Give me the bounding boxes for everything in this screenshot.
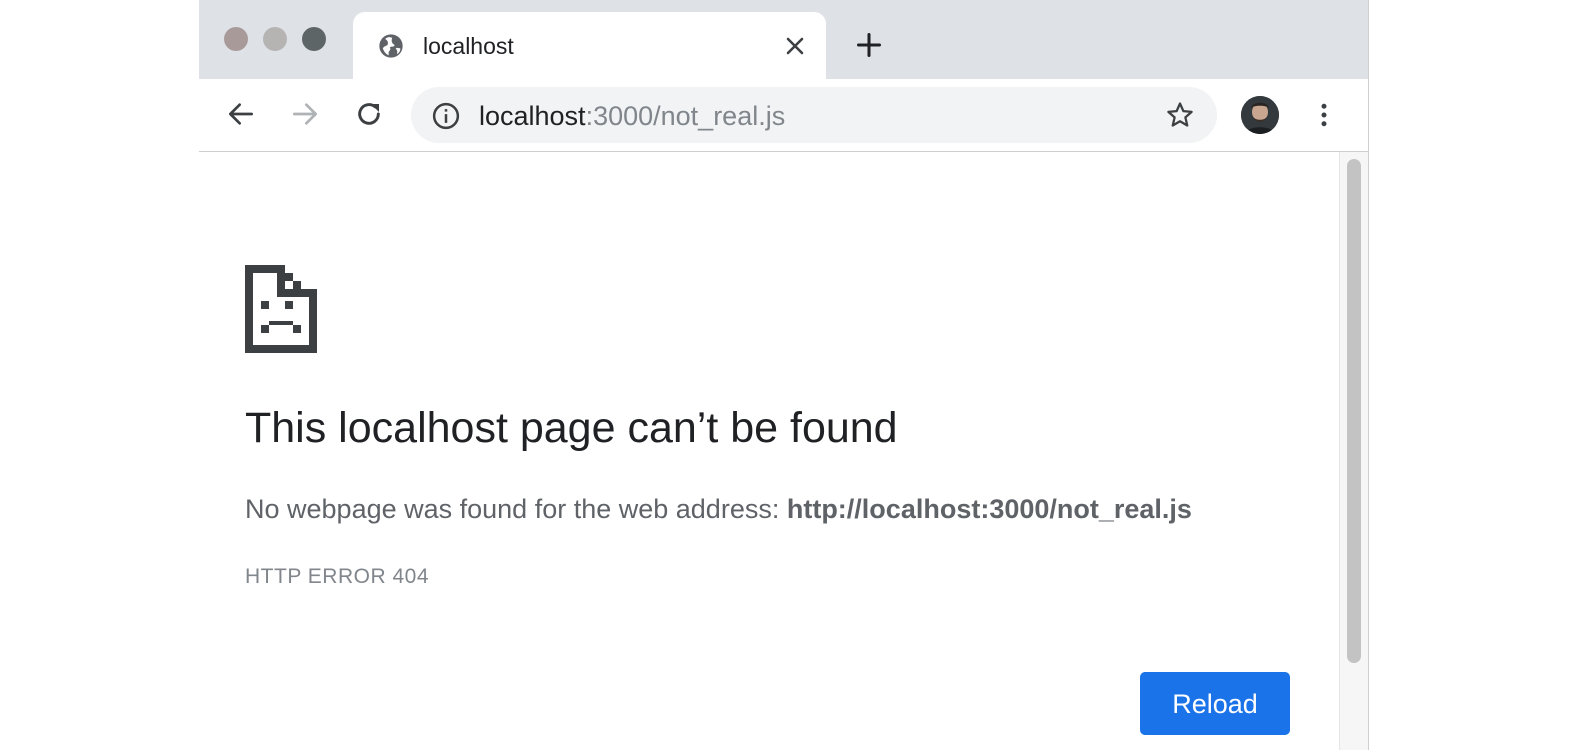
scrollbar[interactable]	[1339, 152, 1368, 750]
scrollbar-thumb[interactable]	[1347, 159, 1361, 663]
tab-strip: localhost	[199, 0, 1368, 79]
sad-document-icon	[245, 265, 317, 353]
back-arrow-icon[interactable]	[225, 98, 257, 130]
plus-icon[interactable]	[855, 31, 883, 59]
error-url: http://localhost:3000/not_real.js	[786, 494, 1192, 524]
star-icon[interactable]	[1165, 100, 1195, 130]
address-host: localhost	[479, 101, 586, 131]
close-icon[interactable]	[781, 32, 809, 60]
error-heading: This localhost page can’t be found	[245, 404, 898, 452]
tab-localhost[interactable]: localhost	[353, 12, 826, 79]
error-description-prefix: No webpage was found for the web address…	[245, 494, 787, 524]
globe-icon	[379, 34, 403, 58]
error-description: No webpage was found for the web address…	[245, 492, 1192, 526]
kebab-menu-icon[interactable]	[1309, 99, 1339, 131]
address-path: :3000/not_real.js	[585, 101, 786, 131]
error-code: HTTP ERROR 404	[245, 565, 429, 588]
window-zoom-dot[interactable]	[302, 27, 326, 51]
address-bar[interactable]: localhost:3000/not_real.js	[411, 87, 1217, 143]
info-icon[interactable]	[431, 101, 461, 131]
forward-arrow-icon[interactable]	[289, 98, 321, 130]
reload-button[interactable]: Reload	[1140, 672, 1290, 735]
avatar[interactable]	[1241, 96, 1279, 134]
browser-window: localhost localhost:3000/not_real.js Thi…	[199, 0, 1369, 750]
address-text[interactable]: localhost:3000/not_real.js	[479, 100, 785, 132]
tab-title: localhost	[423, 33, 514, 59]
window-minimize-dot[interactable]	[263, 27, 287, 51]
error-page: This localhost page can’t be found No we…	[199, 152, 1339, 750]
reload-icon[interactable]	[353, 98, 385, 130]
toolbar: localhost:3000/not_real.js	[199, 79, 1368, 152]
window-close-dot[interactable]	[224, 27, 248, 51]
profile-photo-icon	[1241, 96, 1279, 134]
